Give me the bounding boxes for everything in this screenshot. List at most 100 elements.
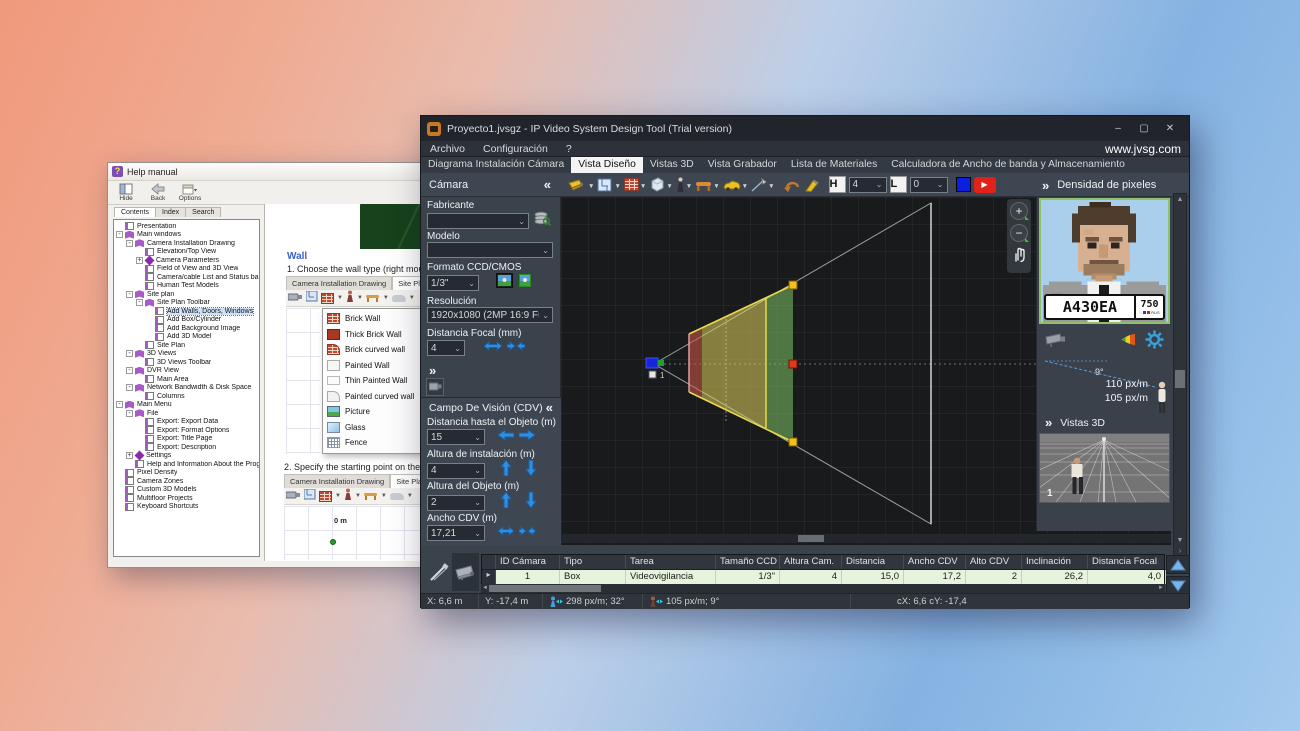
expand-strip-icon[interactable]: »: [429, 363, 436, 378]
wall-menu-item-fence[interactable]: Fence: [323, 435, 433, 451]
tree-item-site-plan[interactable]: - Site plan: [114, 290, 259, 299]
website-link[interactable]: www.jvsg.com: [1105, 142, 1189, 156]
brick-wall-tool[interactable]: ▼: [623, 178, 646, 191]
app-titlebar[interactable]: Proyecto1.jvsgz - IP Video System Design…: [421, 116, 1189, 141]
expand-box-icon[interactable]: +: [136, 256, 143, 264]
tree-item-add-box-cylinder[interactable]: Add Box/Cylinder: [114, 315, 259, 325]
camera-list-tab[interactable]: [452, 553, 479, 591]
menu-archivo[interactable]: Archivo: [421, 143, 474, 155]
tree-item-dvr-view[interactable]: - DVR View: [114, 366, 259, 376]
collapse-box-icon[interactable]: -: [136, 299, 143, 307]
resolucion-select[interactable]: 1920x1080 (2MP 16:9 FullHD⌄: [427, 307, 553, 323]
expand-box-icon[interactable]: +: [126, 452, 133, 460]
tree-item-camera-zones[interactable]: Camera Zones: [114, 477, 259, 486]
table-hscroll-thumb[interactable]: [489, 585, 601, 592]
wall-menu-item-brick-wall[interactable]: Brick Wall: [323, 311, 433, 327]
tab-vista-dise-o[interactable]: Vista Diseño: [571, 157, 643, 173]
tree-item-add-walls-doors-windows[interactable]: Add Walls, Doors, Windows: [114, 306, 259, 316]
box-tool[interactable]: ▼: [649, 177, 673, 192]
collapse-box-icon[interactable]: -: [116, 401, 123, 409]
tree-item-human-test-models[interactable]: Human Test Models: [114, 281, 259, 291]
expand-right-icon[interactable]: »: [1042, 178, 1049, 193]
menu-configuraci-n[interactable]: Configuración: [474, 143, 557, 155]
collapse-left-icon[interactable]: «: [544, 177, 551, 192]
arrow-right-icon[interactable]: [518, 428, 536, 446]
collapse-fov-icon[interactable]: «: [546, 400, 553, 415]
video-tutorial-button[interactable]: ▶: [973, 176, 996, 193]
wall-menu-item-thick-brick-wall[interactable]: Thick Brick Wall: [323, 327, 433, 343]
tab-vistas-3d[interactable]: Vistas 3D: [643, 157, 701, 173]
camera-marker[interactable]: [645, 357, 659, 369]
tree-item-site-plan[interactable]: Site Plan: [114, 341, 259, 350]
tree-item-add-3d-model[interactable]: Add 3D Model: [114, 332, 259, 342]
person-tool[interactable]: ▼: [676, 177, 692, 192]
undo-tool[interactable]: [783, 178, 801, 192]
tree-item-help-and-information-about-the-program[interactable]: Help and Information About the Program: [114, 460, 259, 469]
collapse-box-icon[interactable]: -: [126, 384, 133, 392]
tree-item-camera-parameters[interactable]: + Camera Parameters: [114, 255, 259, 266]
tab-lista-de-materiales[interactable]: Lista de Materiales: [784, 157, 884, 173]
menu-[interactable]: ?: [557, 143, 581, 155]
wall-menu-item-painted-wall[interactable]: Painted Wall: [323, 358, 433, 374]
gear-icon[interactable]: [1145, 330, 1164, 354]
database-search-icon[interactable]: [534, 211, 552, 231]
tab-camera-installation-drawing[interactable]: Camera Installation Drawing: [286, 276, 393, 290]
plan-palette-icon[interactable]: [426, 378, 444, 396]
canvas-hscroll-thumb[interactable]: [798, 535, 824, 542]
tree-item-field-of-view-and-3d-view[interactable]: Field of View and 3D View: [114, 264, 259, 274]
furniture-tool[interactable]: ▼: [695, 179, 720, 191]
tree-item-3d-views[interactable]: -3D Views: [114, 349, 259, 359]
tree-item-main-area[interactable]: Main Area: [114, 375, 259, 384]
tree-item-custom-3d-models[interactable]: Custom 3D Models: [114, 485, 259, 495]
hide-button[interactable]: Hide: [110, 182, 142, 202]
tree-item-file[interactable]: - File: [114, 409, 259, 418]
arrow-left-icon[interactable]: [497, 428, 515, 446]
vscroll-thumb[interactable]: [1175, 370, 1185, 388]
column-header-inclinaci-n[interactable]: Inclinación: [1022, 555, 1088, 569]
scroll-down-icon[interactable]: ▼: [1174, 537, 1186, 544]
column-header-tipo[interactable]: Tipo: [560, 555, 626, 569]
floor-plan-tool[interactable]: ▼: [597, 178, 621, 192]
fov-handle-bottom[interactable]: [788, 437, 798, 447]
tree-item-camera-installation-drawing[interactable]: - Camera Installation Drawing: [114, 239, 259, 248]
tab-index[interactable]: Index: [155, 207, 187, 217]
tree-item-main-windows[interactable]: - Main windows: [114, 230, 259, 240]
scroll-left-icon[interactable]: ◄: [482, 584, 488, 593]
back-button[interactable]: Back: [142, 182, 174, 202]
arrow-down-icon[interactable]: [525, 459, 537, 481]
orientation-vertical-icon[interactable]: [518, 273, 532, 293]
tree-item-export-description[interactable]: Export: Description: [114, 443, 259, 452]
tree-item-main-menu[interactable]: - Main Menu: [114, 400, 259, 410]
arrow-widen-icon[interactable]: [483, 339, 503, 357]
scroll-right-icon[interactable]: ›: [1174, 548, 1186, 555]
tree-item-network-bandwidth-disk-space[interactable]: - Network Bandwidth & Disk Space: [114, 383, 259, 393]
wall-menu-item-picture[interactable]: Picture: [323, 404, 433, 420]
fov-cone-icon[interactable]: [1120, 333, 1137, 351]
right-vscrollbar[interactable]: ▲ ▼ ›: [1173, 193, 1187, 557]
tab-calculadora-de-ancho-de-banda-y-almacenamiento[interactable]: Calculadora de Ancho de banda y Almacena…: [884, 157, 1132, 173]
formato-select[interactable]: 1/3" ⌄: [427, 275, 479, 291]
maximize-button[interactable]: ▢: [1131, 120, 1157, 137]
car-tool[interactable]: ▼: [723, 179, 748, 191]
tree-item-settings[interactable]: + Settings: [114, 450, 259, 461]
column-header-tama-o-ccd[interactable]: Tamaño CCD: [716, 555, 780, 569]
tab-vista-grabador[interactable]: Vista Grabador: [701, 157, 784, 173]
tree-item-columns[interactable]: Columns: [114, 392, 259, 401]
altura-instalacion-select[interactable]: 4 ⌄: [427, 462, 485, 479]
wall-menu-item-painted-curved-wall[interactable]: Painted curved wall: [323, 389, 433, 405]
table-hscrollbar[interactable]: ◄ ►: [481, 584, 1165, 593]
canvas-hscrollbar[interactable]: [561, 534, 1171, 543]
tree-item-presentation[interactable]: Presentation: [114, 222, 259, 231]
lower-height-select[interactable]: 0 ⌄: [909, 176, 948, 193]
collapse-box-icon[interactable]: -: [126, 350, 133, 358]
tab-contents[interactable]: Contents: [114, 207, 157, 217]
pen-line-tool[interactable]: ▼: [751, 177, 775, 192]
fov-handle-top[interactable]: [788, 280, 798, 290]
wall-menu-item-brick-curved-wall[interactable]: Brick curved wall: [323, 342, 433, 358]
collapse-box-icon[interactable]: -: [126, 367, 133, 375]
fabricante-select[interactable]: ⌄: [427, 213, 529, 229]
camera-direction-handle[interactable]: [658, 360, 664, 366]
expand-views3d-icon[interactable]: »: [1045, 415, 1052, 430]
tree-item-3d-views-toolbar[interactable]: 3D Views Toolbar: [114, 358, 259, 367]
distancia-focal-select[interactable]: 4 ⌄: [427, 340, 465, 356]
